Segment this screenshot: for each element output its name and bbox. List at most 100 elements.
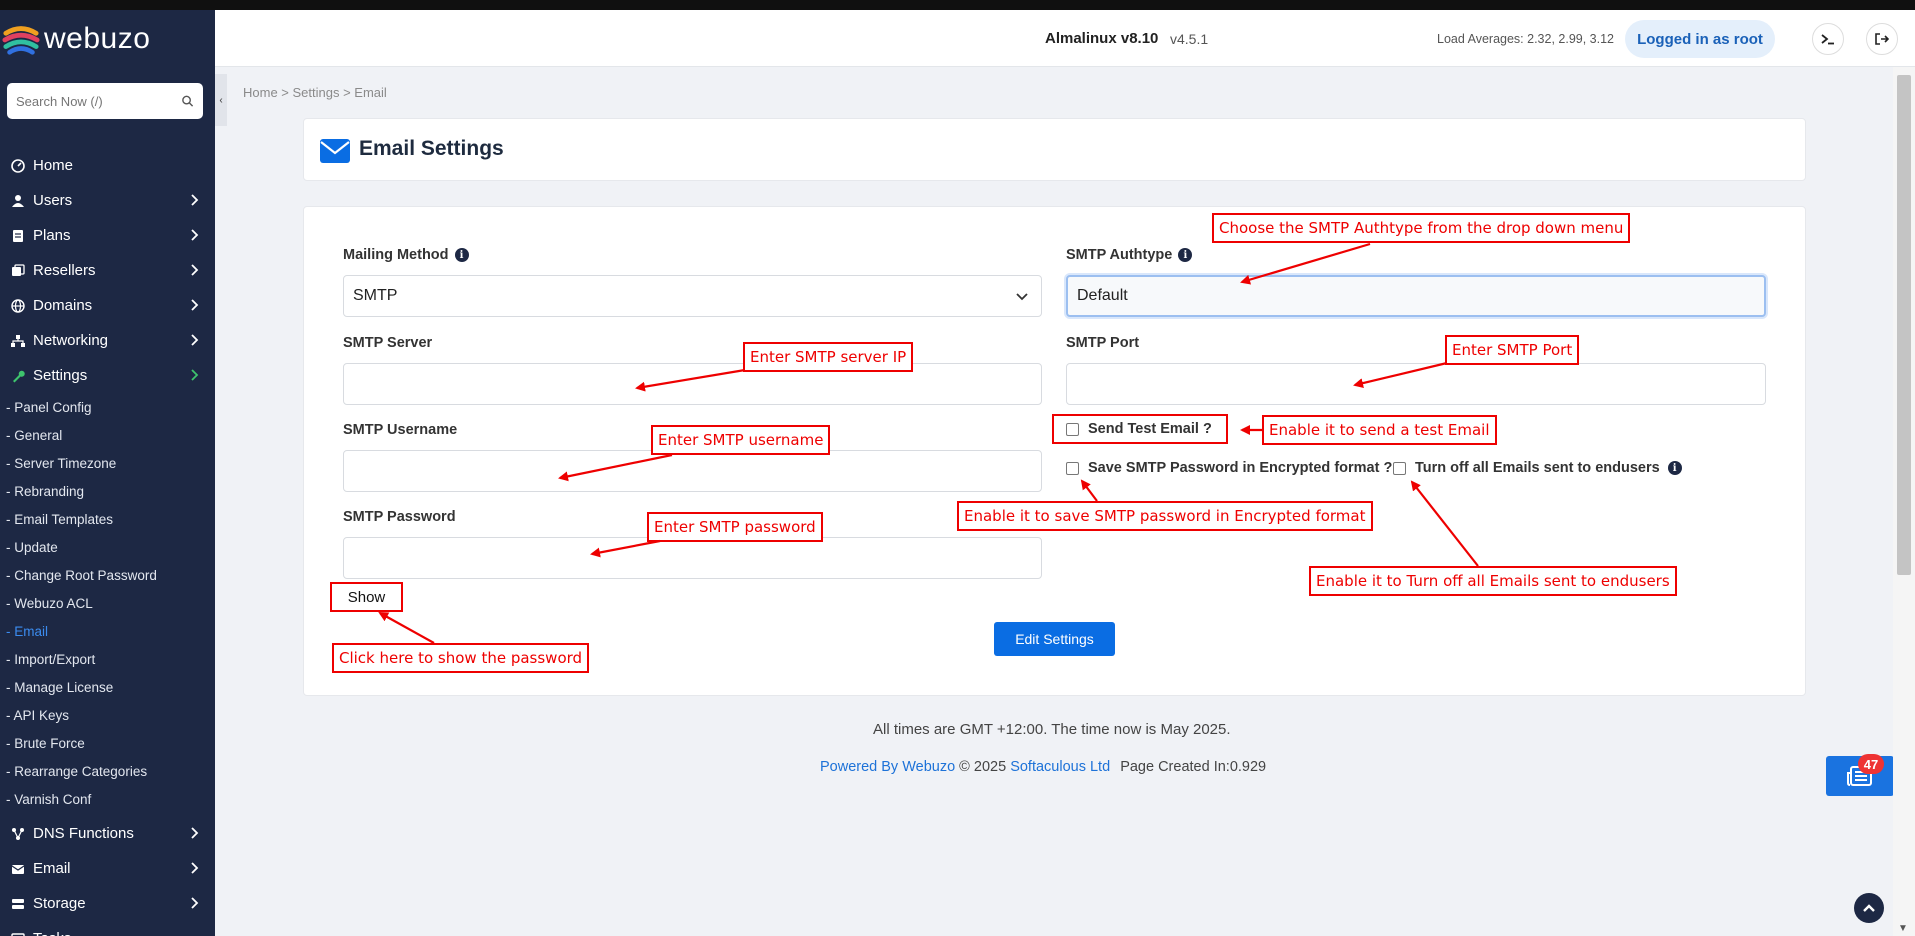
smtp-server-input[interactable] <box>343 363 1042 405</box>
turn-off-emails-row: Turn off all Emails sent to endusers i <box>1393 460 1682 476</box>
chevron-right-icon <box>187 826 201 840</box>
sidebar-item-resellers[interactable]: Resellers <box>0 253 215 288</box>
smtp-username-input[interactable] <box>343 450 1042 492</box>
mailing-method-label: Mailing Method i <box>343 247 469 263</box>
annotation-password: Enter SMTP password <box>647 512 823 542</box>
chevron-right-icon <box>187 368 201 382</box>
edit-settings-button[interactable]: Edit Settings <box>994 622 1115 656</box>
sidebar-item-label: Domains <box>33 297 93 314</box>
sidebar-item-dns-functions[interactable]: DNS Functions <box>0 816 215 851</box>
show-password-button[interactable]: Show <box>330 582 403 612</box>
chevron-right-icon <box>187 896 201 910</box>
terminal-button[interactable] <box>1812 23 1844 55</box>
submenu-item-change-root-password[interactable]: - Change Root Password <box>6 561 215 589</box>
mailing-method-select[interactable]: SMTP <box>343 275 1042 317</box>
load-averages: Load Averages: 2.32, 2.99, 3.12 <box>1437 32 1614 46</box>
top-strip <box>0 0 1915 10</box>
annotation-server: Enter SMTP server IP <box>743 342 914 372</box>
sidebar-item-label: Resellers <box>33 262 96 279</box>
wrench-icon <box>11 369 25 383</box>
sidebar: webuzo Home Users Plans Resellers Domains Net… <box>0 10 215 936</box>
sidebar-item-domains[interactable]: Domains <box>0 288 215 323</box>
submenu-item-email[interactable]: - Email <box>6 617 215 645</box>
annotation-authtype: Choose the SMTP Authtype from the drop d… <box>1212 213 1631 243</box>
annotation-encrypted: Enable it to save SMTP password in Encry… <box>957 501 1373 531</box>
smtp-port-input[interactable] <box>1066 363 1766 405</box>
sidebar-item-label: Tasks <box>33 930 71 936</box>
save-encrypted-checkbox[interactable] <box>1066 461 1079 475</box>
send-test-email-label: Send Test Email ? <box>1088 421 1212 437</box>
smtp-port-label: SMTP Port <box>1066 335 1140 351</box>
sidebar-item-plans[interactable]: Plans <box>0 218 215 253</box>
logo[interactable]: webuzo <box>0 10 215 67</box>
powered-by-link[interactable]: Powered By Webuzo <box>820 759 955 775</box>
breadcrumb[interactable]: Home > Settings > Email <box>243 85 387 100</box>
sidebar-item-tasks[interactable]: Tasks <box>0 921 215 936</box>
submenu-item-update[interactable]: - Update <box>6 533 215 561</box>
sidebar-item-home[interactable]: Home <box>0 148 215 183</box>
submenu-item-general[interactable]: - General <box>6 421 215 449</box>
smtp-username-label: SMTP Username <box>343 422 458 438</box>
notification-badge: 47 <box>1858 754 1884 774</box>
sidebar-item-networking[interactable]: Networking <box>0 323 215 358</box>
submenu-item-manage-license[interactable]: - Manage License <box>6 673 215 701</box>
search-input[interactable] <box>16 93 182 109</box>
company-link[interactable]: Softaculous Ltd <box>1010 759 1110 775</box>
submenu-item-import-export[interactable]: - Import/Export <box>6 645 215 673</box>
page-created: Page Created In:0.929 <box>1120 759 1267 775</box>
page-scrollbar[interactable]: ▼ <box>1893 67 1915 936</box>
submenu-item-email-templates[interactable]: - Email Templates <box>6 505 215 533</box>
submenu-item-api-keys[interactable]: - API Keys <box>6 701 215 729</box>
smtp-server-label: SMTP Server <box>343 335 433 351</box>
chevron-up-icon <box>1863 904 1875 912</box>
sidebar-item-label: Home <box>33 157 74 174</box>
submenu-item-brute-force[interactable]: - Brute Force <box>6 729 215 757</box>
network-icon <box>11 334 25 348</box>
logged-in-button[interactable]: Logged in as root <box>1625 20 1775 58</box>
annotation-turn-off: Enable it to Turn off all Emails sent to… <box>1309 566 1677 596</box>
copyright: © 2025 <box>959 759 1007 775</box>
submenu-item-rebranding[interactable]: - Rebranding <box>6 477 215 505</box>
sidebar-item-label: Email <box>33 860 71 877</box>
plan-icon <box>11 229 25 243</box>
send-test-email-checkbox[interactable] <box>1066 422 1079 436</box>
sidebar-item-label: Storage <box>33 895 86 912</box>
sidebar-nav-after: DNS Functions Email Storage Tasks <box>0 816 215 936</box>
submenu-item-panel-config[interactable]: - Panel Config <box>6 393 215 421</box>
sidebar-item-email[interactable]: Email <box>0 851 215 886</box>
logout-icon <box>1875 33 1889 45</box>
smtp-authtype-select[interactable]: Default <box>1066 275 1766 317</box>
info-icon[interactable]: i <box>1667 461 1682 475</box>
sidebar-item-users[interactable]: Users <box>0 183 215 218</box>
smtp-password-input[interactable] <box>343 537 1042 579</box>
user-icon <box>11 194 25 208</box>
resellers-icon <box>11 263 25 278</box>
annotation-show: Click here to show the password <box>332 643 590 673</box>
footer-time-note: All times are GMT +12:00. The time now i… <box>873 721 1231 738</box>
save-encrypted-row: Save SMTP Password in Encrypted format ? <box>1066 460 1392 476</box>
chevron-right-icon <box>187 861 201 875</box>
submenu-item-server-timezone[interactable]: - Server Timezone <box>6 449 215 477</box>
submenu-item-varnish-conf[interactable]: - Varnish Conf <box>6 785 215 813</box>
logout-button[interactable] <box>1866 23 1898 55</box>
chevron-right-icon <box>187 193 201 207</box>
os-name: Almalinux v8.10 <box>1045 30 1159 47</box>
scrollbar-thumb[interactable] <box>1897 75 1911 575</box>
annotation-port: Enter SMTP Port <box>1445 335 1580 365</box>
chevron-down-icon <box>1016 293 1028 301</box>
sidebar-collapse-toggle[interactable]: ‹ <box>215 74 227 126</box>
panel-version: v4.5.1 <box>1170 31 1209 47</box>
globe-icon <box>11 298 25 313</box>
info-icon[interactable]: i <box>1178 248 1193 262</box>
sidebar-item-storage[interactable]: Storage <box>0 886 215 921</box>
scroll-down-arrow[interactable]: ▼ <box>1898 923 1908 934</box>
sidebar-item-settings[interactable]: Settings <box>0 358 215 393</box>
search-icon[interactable] <box>181 94 194 108</box>
scroll-to-top-button[interactable] <box>1854 893 1884 923</box>
info-icon[interactable]: i <box>454 248 469 262</box>
turn-off-emails-checkbox[interactable] <box>1393 461 1406 475</box>
submenu-item-webuzo-acl[interactable]: - Webuzo ACL <box>6 589 215 617</box>
submenu-item-rearrange-categories[interactable]: - Rearrange Categories <box>6 757 215 785</box>
chevron-right-icon <box>187 298 201 312</box>
smtp-authtype-label: SMTP Authtype i <box>1066 247 1193 263</box>
